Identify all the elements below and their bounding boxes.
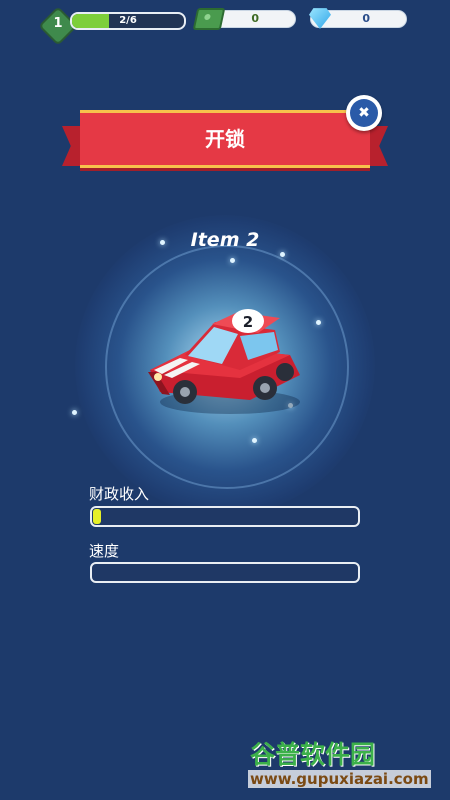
level-number: 1 — [53, 16, 63, 31]
sparkle-icon — [316, 320, 321, 325]
level-badge: 1 — [38, 6, 78, 46]
unlock-banner: 开锁 — [62, 104, 388, 176]
watermark-url: www.gupuxiazai.com — [248, 770, 431, 788]
cash-value: 0 — [251, 12, 259, 25]
stat-label-revenue: 财政收入 — [89, 485, 150, 503]
cash-icon — [192, 8, 226, 30]
red-car-icon: 2 — [148, 309, 300, 414]
banner-title: 开锁 — [205, 127, 245, 151]
diamond-gem-icon — [309, 8, 331, 29]
sparkle-icon — [230, 258, 235, 263]
close-button[interactable]: ✖ — [346, 95, 382, 131]
sparkle-icon — [280, 252, 285, 257]
stat-label-speed: 速度 — [89, 542, 120, 560]
ribbon-body: 开锁 — [80, 110, 370, 168]
gem-value: 0 — [362, 12, 370, 25]
stat-bar-revenue — [90, 506, 360, 527]
xp-progress-text: 2/6 — [119, 15, 137, 26]
top-hud: 1 2/6 0 0 — [0, 0, 450, 46]
item-name: Item 2 — [190, 229, 260, 251]
gem-counter[interactable]: 0 — [309, 8, 407, 29]
xp-progress-bar: 2/6 — [70, 12, 186, 30]
stat-fill-revenue — [93, 509, 101, 524]
close-icon: ✖ — [350, 99, 378, 127]
stat-bar-speed — [90, 562, 360, 583]
sparkle-icon — [252, 438, 257, 443]
cash-counter[interactable]: 0 — [192, 8, 296, 30]
car-number-label: 2 — [243, 313, 253, 331]
watermark-logo: 谷普软件园 — [250, 740, 376, 769]
sparkle-icon — [72, 410, 77, 415]
